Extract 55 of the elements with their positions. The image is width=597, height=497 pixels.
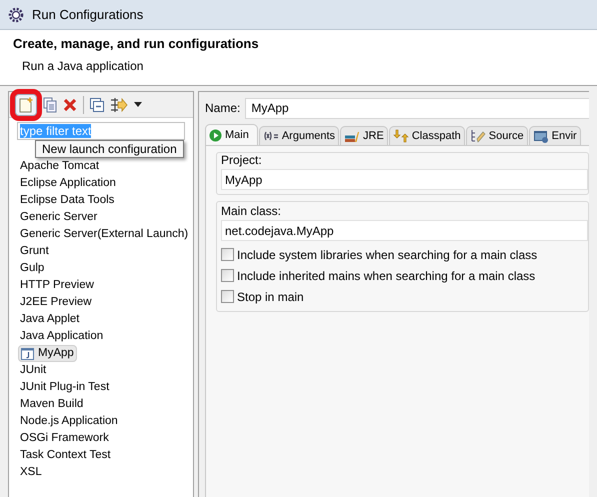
main-class-field[interactable]: net.codejava.MyApp xyxy=(221,220,588,241)
checkbox[interactable] xyxy=(221,248,234,261)
tab[interactable]: Main xyxy=(205,124,258,145)
tooltip: New launch configuration xyxy=(35,140,184,158)
tree-item[interactable]: Apache Tomcat xyxy=(18,158,102,176)
project-field[interactable]: MyApp xyxy=(221,169,588,190)
books-icon xyxy=(344,130,360,142)
tree-item[interactable]: XSL xyxy=(18,464,44,482)
tree-item[interactable]: Maven Build xyxy=(18,396,86,414)
tab[interactable]: Source xyxy=(466,126,528,145)
tree-item[interactable]: J2EE Preview xyxy=(18,294,94,312)
tree-item[interactable]: HTTP Preview xyxy=(18,276,96,294)
tree-item[interactable]: Node.js Application xyxy=(18,412,120,430)
dialog-heading: Create, manage, and run configurations xyxy=(13,35,260,54)
tree-item[interactable]: MyApp xyxy=(18,345,77,362)
gear-icon xyxy=(8,6,24,22)
tree-item[interactable]: Generic Server xyxy=(18,208,100,226)
tree-item[interactable]: JUnit Plug-in Test xyxy=(18,378,112,396)
main-class-label: Main class: xyxy=(221,203,282,220)
tab[interactable]: Classpath xyxy=(388,126,465,145)
checkbox-label: Include system libraries when searching for a main class xyxy=(237,246,538,264)
variable-icon xyxy=(262,131,279,141)
tree-item[interactable]: Java Application xyxy=(18,328,106,346)
project-label: Project: xyxy=(221,152,263,169)
filter-arrow-icon[interactable] xyxy=(110,96,128,112)
arrows-icon xyxy=(392,129,409,143)
java-file-icon xyxy=(21,348,34,360)
name-field[interactable]: MyApp xyxy=(245,98,589,118)
tree-item[interactable]: OSGi Framework xyxy=(18,430,111,448)
checkbox-label: Stop in main xyxy=(237,288,304,306)
tab[interactable]: Arguments xyxy=(258,126,340,145)
duplicate-icon[interactable] xyxy=(43,96,57,112)
window-title: Run Configurations xyxy=(32,6,144,24)
dialog-message: Run a Java application xyxy=(21,58,144,75)
tab[interactable]: JRE xyxy=(340,126,388,145)
tree-item[interactable]: JUnit xyxy=(18,362,48,380)
play-circle-icon xyxy=(209,128,222,142)
checkbox-label: Include inherited mains when searching for a main class xyxy=(237,268,536,284)
tree-item[interactable]: Gulp xyxy=(18,260,46,278)
dropdown-caret-icon[interactable] xyxy=(134,102,142,107)
delete-icon[interactable] xyxy=(63,98,77,112)
new-file-icon xyxy=(19,96,33,112)
tree-item[interactable]: Generic Server(External Launch) xyxy=(18,226,190,244)
tree-item[interactable]: Java Applet xyxy=(18,310,82,328)
checkbox[interactable] xyxy=(221,269,234,282)
collapse-icon[interactable] xyxy=(90,98,104,112)
tab[interactable]: Envir xyxy=(528,126,581,145)
tree-item[interactable]: Grunt xyxy=(18,242,51,260)
monitor-icon xyxy=(532,130,549,142)
tree-pencil-icon xyxy=(470,129,486,143)
name-label: Name: xyxy=(205,100,240,117)
tree-item[interactable]: Task Context Test xyxy=(18,446,113,464)
checkbox[interactable] xyxy=(221,290,234,303)
tree-item[interactable]: Eclipse Data Tools xyxy=(18,192,116,210)
tree-item[interactable]: Eclipse Application xyxy=(18,174,118,192)
